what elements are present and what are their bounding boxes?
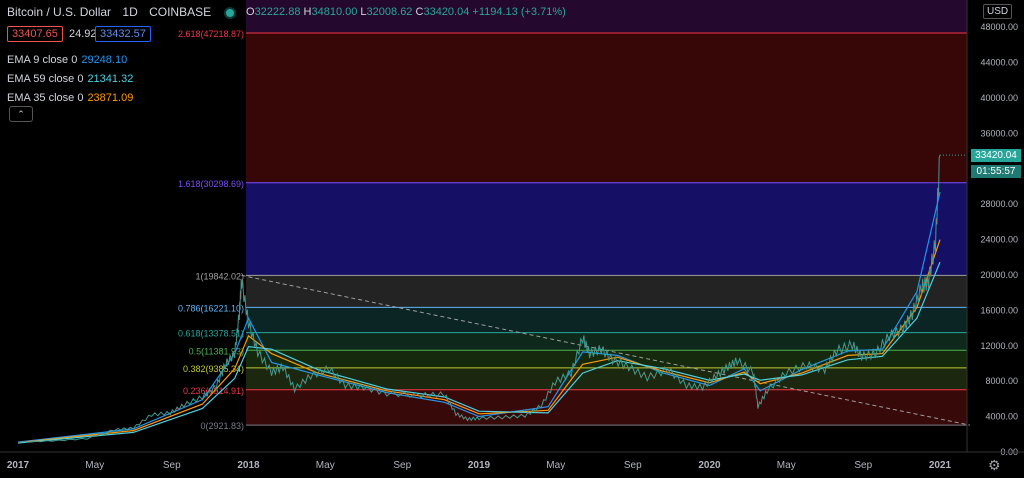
- gear-icon[interactable]: ⚙: [988, 457, 1001, 474]
- price-axis-tick: 28000.00: [980, 199, 1018, 209]
- fib-level-label: 0.786(16221.10): [178, 303, 244, 313]
- open-label: O: [246, 6, 255, 18]
- low-value: 32008.62: [366, 6, 413, 18]
- indicator-label: EMA 9 close 0: [7, 54, 78, 66]
- fib-level-label: 1.618(30298.69): [178, 179, 244, 189]
- time-axis-tick: 2018: [237, 460, 260, 471]
- collapse-legend-button[interactable]: ⌃: [9, 106, 33, 122]
- fib-zone: [246, 275, 967, 308]
- fib-level-label: 2.618(47218.87): [178, 29, 244, 39]
- last-price-tag: 33420.04: [971, 149, 1021, 162]
- fib-zone: [246, 307, 967, 333]
- spread-value: 24.92: [69, 28, 97, 40]
- time-axis-tick: 2019: [468, 460, 491, 471]
- fib-level-label: 1(19842.02): [195, 271, 244, 281]
- price-axis-tick: 12000.00: [980, 341, 1018, 351]
- fib-zone: [246, 182, 967, 276]
- indicator-label: EMA 59 close 0: [7, 73, 84, 85]
- time-axis-tick: 2020: [698, 460, 721, 471]
- price-axis-tick: 36000.00: [980, 128, 1018, 138]
- price-axis-tick: 40000.00: [980, 93, 1018, 103]
- currency-button[interactable]: USD: [983, 4, 1013, 19]
- time-axis-tick: May: [546, 460, 565, 471]
- time-axis-tick: 2021: [929, 460, 952, 471]
- bar-countdown: 01:55:57: [971, 165, 1021, 178]
- fib-level-label: 0.618(13378.51): [178, 329, 244, 339]
- time-axis-tick: 2017: [7, 460, 30, 471]
- change-value: +1194.13 (+3.71%): [472, 6, 566, 18]
- time-axis-tick: May: [777, 460, 796, 471]
- market-open-icon: [226, 9, 234, 17]
- price-axis-tick: 8000.00: [985, 376, 1018, 386]
- time-axis-tick: May: [316, 460, 335, 471]
- price-axis-tick: 16000.00: [980, 305, 1018, 315]
- symbol-header[interactable]: Bitcoin / U.S. Dollar 1D COINBASE: [7, 5, 213, 19]
- price-axis-tick: 20000.00: [980, 270, 1018, 280]
- fib-zone: [246, 367, 967, 390]
- fib-level-label: 0(2921.83): [200, 421, 244, 431]
- price-axis-tick: 44000.00: [980, 58, 1018, 68]
- indicator-legend-ema59[interactable]: EMA 59 close 0 21341.32: [7, 73, 133, 85]
- time-axis-tick: Sep: [624, 460, 642, 471]
- indicator-value: 29248.10: [81, 54, 128, 66]
- open-value: 32222.88: [254, 6, 301, 18]
- chart-canvas[interactable]: 0(2921.83)0.236(6914.91)0.382(9385.34)0.…: [0, 0, 1024, 478]
- price-axis-tick: 48000.00: [980, 22, 1018, 32]
- indicator-legend-ema35[interactable]: EMA 35 close 0 23871.09: [7, 92, 133, 104]
- time-axis-tick: Sep: [393, 460, 411, 471]
- indicator-legend-ema9[interactable]: EMA 9 close 0 29248.10: [7, 54, 127, 66]
- time-axis-tick: May: [85, 460, 104, 471]
- fib-zone: [246, 389, 967, 426]
- indicator-value: 23871.09: [87, 92, 134, 104]
- indicator-value: 21341.32: [87, 73, 134, 85]
- time-axis-tick: Sep: [854, 460, 872, 471]
- high-value: 34810.00: [311, 6, 358, 18]
- sell-button[interactable]: 33407.65: [7, 26, 63, 42]
- close-value: 33420.04: [423, 6, 470, 18]
- buy-button[interactable]: 33432.57: [95, 26, 151, 42]
- fib-zone: [246, 332, 967, 351]
- ohlc-readout: O32222.88 H34810.00 L32008.62 C33420.04 …: [246, 6, 566, 18]
- price-axis-tick: 4000.00: [985, 412, 1018, 422]
- symbol-name[interactable]: Bitcoin / U.S. Dollar: [7, 5, 111, 19]
- fib-zone: [246, 33, 967, 183]
- interval-label[interactable]: 1D: [122, 5, 137, 19]
- exchange-label: COINBASE: [149, 5, 212, 19]
- time-axis-tick: Sep: [163, 460, 181, 471]
- indicator-label: EMA 35 close 0: [7, 92, 84, 104]
- price-axis-tick: 24000.00: [980, 235, 1018, 245]
